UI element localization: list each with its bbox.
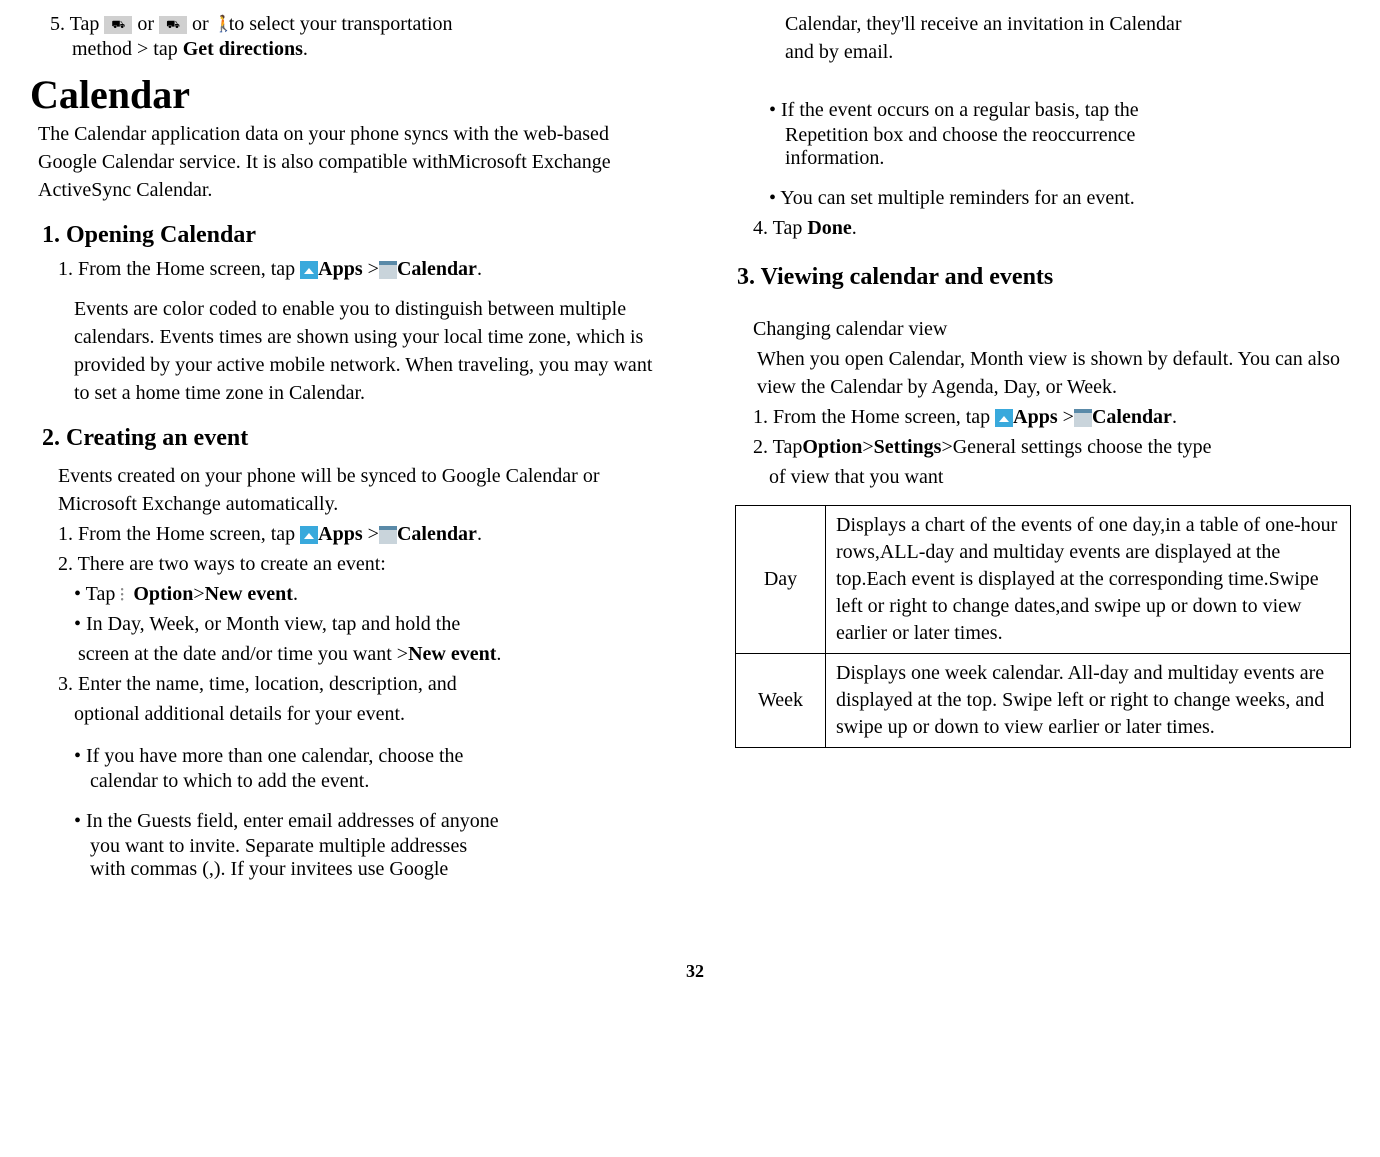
b1a: • Tap — [74, 583, 115, 605]
week-desc: Displays one week calendar. All-day and … — [826, 654, 1351, 748]
calendar-intro: The Calendar application data on your ph… — [38, 120, 665, 204]
day-desc: Displays a chart of the events of one da… — [826, 506, 1351, 654]
apps-icon — [300, 526, 318, 544]
step-4-done: 4. Tap Done. — [753, 214, 1360, 242]
walk-icon: 🚶 — [214, 16, 224, 34]
gt: > — [1058, 406, 1074, 428]
calendar-label: Calendar — [1092, 406, 1172, 428]
calendar-icon — [379, 526, 397, 544]
view-table: Day Displays a chart of the events of on… — [735, 505, 1351, 748]
dot: . — [477, 258, 482, 280]
reminders-bullet: • You can set multiple reminders for an … — [769, 184, 1360, 212]
apps-label: Apps — [318, 523, 362, 545]
create-bullet-guests3: with commas (,). If your invitees use Go… — [90, 858, 665, 881]
create-step-1: 1. From the Home screen, tap Apps > Calen… — [58, 520, 665, 548]
dot: . — [293, 583, 298, 605]
b2b: screen at the date and/or time you want … — [78, 643, 408, 665]
view-1-text: 1. From the Home screen, tap — [753, 406, 995, 428]
opening-calendar-heading: 1. Opening Calendar — [42, 222, 665, 249]
apps-label: Apps — [1013, 406, 1057, 428]
b2a: • In Day, Week, or Month view, tap and h… — [74, 613, 460, 635]
table-row: Week Displays one week calendar. All-day… — [736, 654, 1351, 748]
bus-icon: ⛟ — [159, 16, 187, 34]
create-step-2: 2. There are two ways to create an event… — [58, 550, 665, 578]
option-label: Option — [802, 436, 862, 458]
create-bullet-guests2: you want to invite. Separate multiple ad… — [90, 835, 665, 858]
changing-view-label: Changing calendar view — [753, 315, 1360, 343]
view-step-1: 1. From the Home screen, tap Apps > Calen… — [753, 403, 1360, 431]
car-icon: ⛟ — [104, 16, 132, 34]
step5-text-a: 5. Tap — [50, 13, 104, 35]
view-step-2f: of view that you want — [769, 463, 1360, 491]
create-intro: Events created on your phone will be syn… — [58, 462, 665, 518]
dot: . — [496, 643, 501, 665]
gt: > — [363, 523, 379, 545]
view-intro: When you open Calendar, Month view is sh… — [757, 345, 1360, 401]
step-5: 5. Tap ⛟ or ⛟ or 🚶 to select your transp… — [50, 10, 665, 38]
done-a: 4. Tap — [753, 217, 807, 239]
two-column-layout: 5. Tap ⛟ or ⛟ or 🚶 to select your transp… — [30, 10, 1360, 881]
create-bullet-calendar: • If you have more than one calendar, ch… — [74, 742, 665, 770]
open-1-text: 1. From the Home screen, tap — [58, 258, 300, 280]
repetition-2: Repetition box and choose the reoccurren… — [785, 124, 1360, 147]
option-label: Option — [133, 583, 193, 605]
viewing-calendar-heading: 3. Viewing calendar and events — [737, 264, 1360, 291]
get-directions-label: Get directions — [183, 38, 303, 60]
step5-text-e: method > tap — [72, 38, 183, 60]
open-step-1: 1. From the Home screen, tap Apps > Calen… — [58, 255, 665, 283]
create-bullet-guests: • In the Guests field, enter email addre… — [74, 807, 665, 835]
calendar-icon — [1074, 409, 1092, 427]
week-label: Week — [736, 654, 826, 748]
v2a: 2. Tap — [753, 436, 802, 458]
v2e: >General settings choose the type — [941, 436, 1211, 458]
table-row: Day Displays a chart of the events of on… — [736, 506, 1351, 654]
step5-text-d: to select your transportation — [229, 13, 453, 35]
repetition-bullet: • If the event occurs on a regular basis… — [769, 96, 1360, 124]
dot: . — [1172, 406, 1177, 428]
new-event-label: New event — [205, 583, 293, 605]
create-bullet-2b: screen at the date and/or time you want … — [78, 640, 665, 668]
apps-label: Apps — [318, 258, 362, 280]
view-step-2: 2. TapOption>Settings>General settings c… — [753, 433, 1360, 461]
settings-label: Settings — [874, 436, 942, 458]
gt: > — [862, 436, 873, 458]
left-column: 5. Tap ⛟ or ⛟ or 🚶 to select your transp… — [30, 10, 665, 881]
calendar-label: Calendar — [397, 258, 477, 280]
day-label: Day — [736, 506, 826, 654]
step5-text-b: or — [137, 13, 159, 35]
create-bullet-2: • In Day, Week, or Month view, tap and h… — [74, 610, 665, 638]
create-1-text: 1. From the Home screen, tap — [58, 523, 300, 545]
create-bullet-calendar2: calendar to which to add the event. — [90, 770, 665, 793]
right-column: Calendar, they'll receive an invitation … — [725, 10, 1360, 881]
menu-icon: ••• — [120, 588, 128, 603]
dot: . — [477, 523, 482, 545]
open-desc: Events are color coded to enable you to … — [74, 295, 665, 407]
apps-icon — [300, 261, 318, 279]
create-step-3: 3. Enter the name, time, location, descr… — [58, 670, 665, 698]
calendar-heading: Calendar — [30, 71, 665, 118]
gt: > — [193, 583, 204, 605]
create-bullet-1: • Tap ••• Option>New event. — [74, 580, 665, 608]
done-label: Done — [807, 217, 851, 239]
step5-text-c: or — [192, 13, 209, 35]
repetition-3: information. — [785, 147, 1360, 170]
page-number: 32 — [30, 961, 1360, 982]
guests-cont2: and by email. — [785, 38, 1360, 66]
calendar-label: Calendar — [397, 523, 477, 545]
step5-dot: . — [303, 38, 308, 60]
gt: > — [363, 258, 379, 280]
create-step-3b: optional additional details for your eve… — [74, 700, 665, 728]
calendar-icon — [379, 261, 397, 279]
new-event-label: New event — [408, 643, 496, 665]
guests-cont1: Calendar, they'll receive an invitation … — [785, 10, 1360, 38]
apps-icon — [995, 409, 1013, 427]
step-5-cont: method > tap Get directions. — [72, 38, 665, 61]
creating-event-heading: 2. Creating an event — [42, 425, 665, 452]
dot: . — [852, 217, 857, 239]
